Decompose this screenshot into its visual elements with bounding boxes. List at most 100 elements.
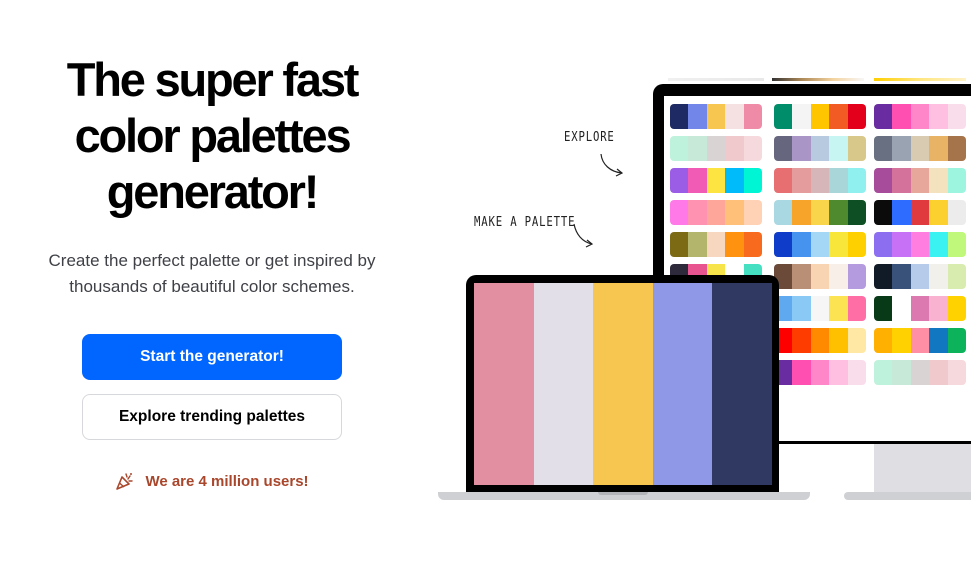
palette-card[interactable] (774, 328, 866, 353)
palette-swatch (910, 104, 930, 129)
users-count-text: We are 4 million users! (145, 472, 309, 490)
palette-swatch (774, 232, 793, 257)
palette-card[interactable] (874, 200, 966, 225)
palette-swatch (829, 104, 848, 129)
monitor-top-strip (668, 78, 764, 81)
palette-swatch (829, 200, 848, 225)
palette-card[interactable] (874, 328, 966, 353)
palette-card[interactable] (774, 360, 866, 385)
palette-swatch (743, 136, 762, 161)
palette-swatch (929, 104, 948, 129)
start-generator-button[interactable]: Start the generator! (82, 334, 342, 380)
palette-swatch (743, 168, 762, 193)
make-palette-arrow-icon (573, 223, 594, 248)
palette-swatch (706, 104, 726, 129)
palette-swatch (892, 232, 911, 257)
palette-swatch (725, 136, 744, 161)
explore-arrow-icon (600, 153, 624, 177)
palette-swatch (929, 168, 948, 193)
palette-swatch (874, 232, 893, 257)
palette-card[interactable] (774, 264, 866, 289)
monitor-top-strip (772, 78, 864, 81)
palette-card[interactable] (874, 168, 966, 193)
palette-swatch (706, 200, 726, 225)
palette-swatch (947, 328, 966, 353)
palette-card[interactable] (670, 200, 762, 225)
palette-swatch (892, 168, 911, 193)
users-count-banner: We are 4 million users! (0, 471, 424, 491)
palette-swatch (929, 232, 948, 257)
palette-swatch (810, 360, 830, 385)
palette-swatch (829, 264, 848, 289)
palette-card[interactable] (774, 232, 866, 257)
palette-card[interactable] (874, 360, 966, 385)
palette-swatch (670, 232, 689, 257)
palette-swatch (792, 360, 811, 385)
palette-swatch (792, 168, 811, 193)
laptop-color-stripe (474, 283, 534, 485)
explore-trending-button[interactable]: Explore trending palettes (82, 394, 342, 440)
explore-annotation: EXPLORE (564, 130, 615, 145)
palette-swatch (743, 200, 762, 225)
palette-card[interactable] (774, 104, 866, 129)
palette-swatch (810, 264, 830, 289)
palette-swatch (743, 104, 762, 129)
palette-swatch (688, 232, 707, 257)
palette-card[interactable] (670, 136, 762, 161)
palette-card[interactable] (774, 168, 866, 193)
palette-swatch (874, 168, 893, 193)
palette-swatch (847, 104, 866, 129)
palette-swatch (810, 104, 830, 129)
laptop (466, 275, 779, 493)
palette-card[interactable] (670, 104, 762, 129)
palette-swatch (847, 296, 866, 321)
palette-swatch (892, 296, 911, 321)
palette-swatch (910, 200, 930, 225)
palette-card[interactable] (874, 104, 966, 129)
palette-swatch (688, 104, 707, 129)
palette-swatch (929, 296, 948, 321)
laptop-notch (598, 492, 648, 495)
palette-swatch (929, 360, 948, 385)
palette-card[interactable] (774, 136, 866, 161)
palette-swatch (847, 328, 866, 353)
palette-swatch (910, 136, 930, 161)
palette-swatch (874, 360, 893, 385)
palette-swatch (847, 168, 866, 193)
palette-swatch (810, 328, 830, 353)
palette-swatch (670, 104, 689, 129)
palette-swatch (874, 136, 893, 161)
laptop-color-stripe (712, 283, 772, 485)
palette-card[interactable] (670, 232, 762, 257)
palette-card[interactable] (874, 136, 966, 161)
palette-swatch (847, 360, 866, 385)
palette-swatch (892, 360, 911, 385)
laptop-color-stripe (593, 283, 653, 485)
palette-swatch (792, 328, 811, 353)
hero-title-line2: color palettes (74, 109, 352, 162)
palette-swatch (670, 200, 689, 225)
laptop-color-stripe (652, 283, 713, 485)
palette-swatch (947, 296, 966, 321)
palette-swatch (688, 200, 707, 225)
palette-card[interactable] (670, 168, 762, 193)
palette-card[interactable] (874, 232, 966, 257)
palette-swatch (829, 328, 848, 353)
monitor-base (844, 492, 971, 500)
palette-swatch (774, 168, 793, 193)
palette-swatch (706, 168, 726, 193)
palette-swatch (892, 136, 911, 161)
hero-title: The super fast color palettes generator! (0, 52, 424, 220)
palette-swatch (874, 264, 893, 289)
palette-swatch (947, 104, 966, 129)
palette-card[interactable] (774, 296, 866, 321)
palette-swatch (910, 296, 930, 321)
palette-swatch (743, 232, 762, 257)
palette-card[interactable] (874, 296, 966, 321)
palette-swatch (947, 168, 966, 193)
palette-swatch (725, 168, 744, 193)
palette-card[interactable] (774, 200, 866, 225)
palette-swatch (910, 360, 930, 385)
palette-card[interactable] (874, 264, 966, 289)
palette-swatch (910, 168, 930, 193)
